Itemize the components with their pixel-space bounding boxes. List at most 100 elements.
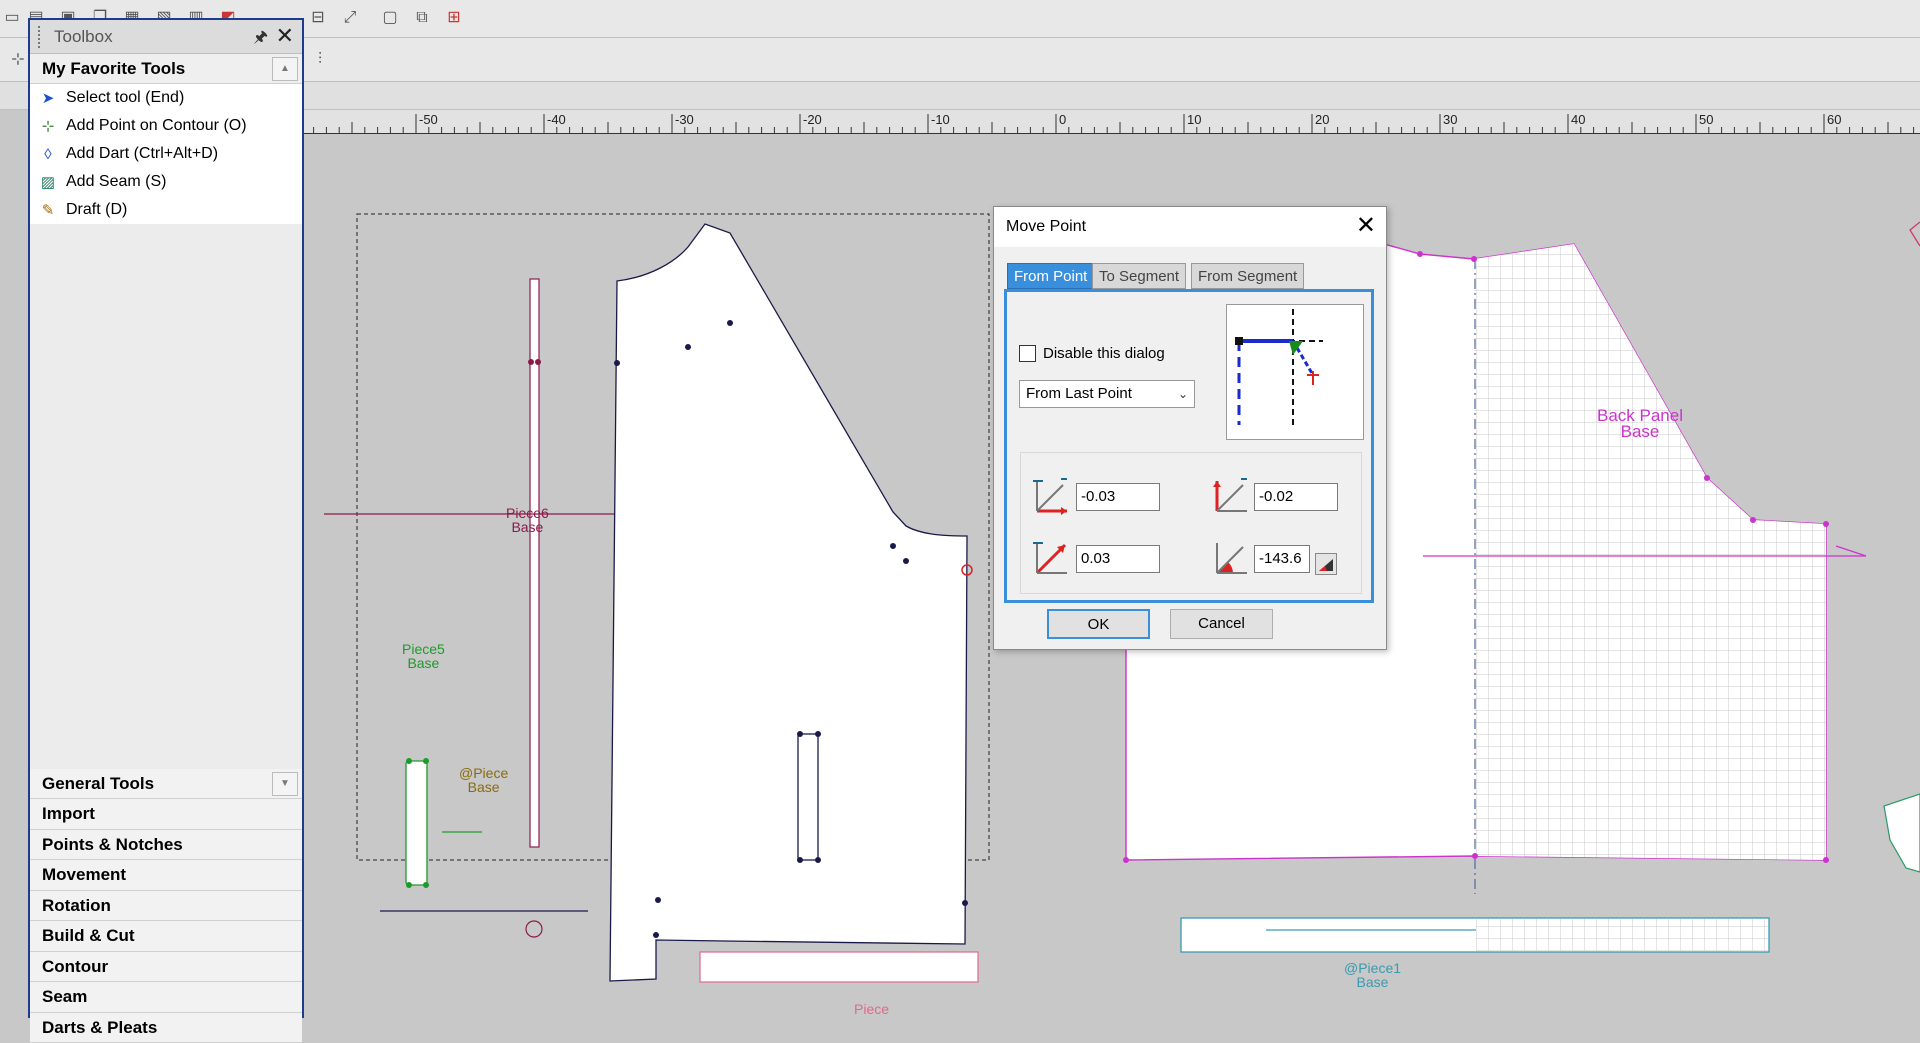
back-panel-layer: Base <box>1597 424 1683 440</box>
front-piece-pocket[interactable] <box>798 734 818 860</box>
piece-at-layer: Base <box>459 780 508 794</box>
category-seam[interactable]: Seam <box>30 982 302 1013</box>
piece1-layer: Base <box>1344 975 1401 989</box>
piece-at-name: @Piece <box>459 766 508 780</box>
piece-icon[interactable]: ▢ <box>378 6 402 30</box>
favorites-header[interactable]: My Favorite Tools ▲ <box>30 54 302 84</box>
window-icon[interactable]: ⧉ <box>410 6 434 30</box>
right-partial-piece-red[interactable] <box>1910 222 1920 246</box>
ruler-label: 20 <box>1315 112 1329 127</box>
tool-add-point[interactable]: ⊹ Add Point on Contour (O) <box>30 112 302 140</box>
length-icon <box>1031 537 1071 577</box>
ruler-label: -30 <box>675 112 694 127</box>
ruler-label: -40 <box>547 112 566 127</box>
move-values-group: -0.03 -0.02 0.03 -143.6 <box>1020 452 1362 594</box>
new-file-icon[interactable]: ▭ <box>0 6 24 30</box>
mode-dropdown-value: From Last Point <box>1026 385 1132 402</box>
preview-drawing <box>1227 305 1363 439</box>
category-points-notches[interactable]: Points & Notches <box>30 830 302 861</box>
tab-from-point[interactable]: From Point <box>1007 263 1094 289</box>
tool-add-seam[interactable]: ▨ Add Seam (S) <box>30 168 302 196</box>
front-piece-outline[interactable] <box>610 224 967 981</box>
ruler-label: -20 <box>803 112 822 127</box>
piece6-label: Piece6 Base <box>506 506 549 534</box>
back-panel-label: Back Panel Base <box>1597 408 1683 440</box>
cancel-button[interactable]: Cancel <box>1170 609 1273 639</box>
angle-picker-button[interactable] <box>1315 553 1337 575</box>
dialog-title: Move Point <box>1006 218 1086 236</box>
toolbox-title: Toolbox <box>54 27 113 47</box>
tool-b-icon[interactable]: ⫶ <box>308 48 332 72</box>
piece1-label: @Piece1 Base <box>1344 961 1401 989</box>
tool-add-dart[interactable]: ◊ Add Dart (Ctrl+Alt+D) <box>30 140 302 168</box>
tab-to-segment[interactable]: To Segment <box>1092 263 1186 289</box>
scroll-up-icon[interactable]: ▲ <box>272 57 298 81</box>
ruler-label: 10 <box>1187 112 1201 127</box>
angle-picker-icon <box>1316 554 1336 574</box>
piece6-layer: Base <box>506 520 549 534</box>
ok-button[interactable]: OK <box>1047 609 1150 639</box>
piece6-name: Piece6 <box>506 506 549 520</box>
right-partial-piece[interactable] <box>1884 794 1920 872</box>
ruler-label: 60 <box>1827 112 1841 127</box>
tool-draft[interactable]: ✎ Draft (D) <box>30 196 302 224</box>
ruler-ticks <box>300 110 1920 134</box>
category-darts-pleats[interactable]: Darts & Pleats <box>30 1013 302 1043</box>
split-icon[interactable]: ⊞ <box>442 6 466 30</box>
tool-a-icon[interactable]: ⊹ <box>6 48 30 72</box>
piece-bottom-outline[interactable] <box>700 952 978 982</box>
disable-dialog-checkbox[interactable] <box>1019 345 1036 362</box>
piece-bottom-name: Piece <box>854 1002 889 1016</box>
piece5-outline[interactable] <box>406 761 427 885</box>
piece5-name: Piece5 <box>402 642 445 656</box>
category-contour[interactable]: Contour <box>30 952 302 983</box>
horizontal-ruler: -50-40-30-20-100102030405060 <box>300 110 1920 134</box>
cursor-arrow-icon: ➤ <box>38 89 58 109</box>
draft-pen-icon: ✎ <box>38 201 58 221</box>
ruler-label: 40 <box>1571 112 1585 127</box>
align-icon[interactable]: ⊟ <box>306 6 330 30</box>
category-build-cut[interactable]: Build & Cut <box>30 921 302 952</box>
toolbox-panel: Toolbox 🖈 ✕ My Favorite Tools ▲ ➤ Select… <box>28 18 304 1018</box>
tool-select[interactable]: ➤ Select tool (End) <box>30 84 302 112</box>
close-icon[interactable]: ✕ <box>276 23 294 49</box>
tool-add-dart-label: Add Dart (Ctrl+Alt+D) <box>66 145 218 162</box>
category-movement[interactable]: Movement <box>30 860 302 891</box>
toolbox-titlebar[interactable]: Toolbox 🖈 ✕ <box>30 20 302 54</box>
scroll-down-icon[interactable]: ▼ <box>272 772 298 796</box>
dx-input[interactable]: -0.03 <box>1076 483 1160 511</box>
piece5-label: Piece5 Base <box>402 642 445 670</box>
tool-draft-label: Draft (D) <box>66 201 127 218</box>
tool-add-seam-label: Add Seam (S) <box>66 173 166 190</box>
measure-icon[interactable]: ⤢ <box>338 6 362 30</box>
move-point-dialog: Move Point ✕ From Point To Segment From … <box>993 206 1387 650</box>
drag-grip-icon[interactable] <box>38 26 44 48</box>
category-import[interactable]: Import <box>30 799 302 830</box>
favorites-empty-area <box>30 224 302 769</box>
move-preview-diagram <box>1226 304 1364 440</box>
piece-at-label: @Piece Base <box>459 766 508 794</box>
piece1-grid <box>1476 919 1768 951</box>
piece1-name: @Piece1 <box>1344 961 1401 975</box>
tab-from-segment[interactable]: From Segment <box>1191 263 1304 289</box>
mode-dropdown[interactable]: From Last Point ⌄ <box>1019 380 1195 408</box>
ruler-label: -10 <box>931 112 950 127</box>
ruler-label: 50 <box>1699 112 1713 127</box>
dialog-titlebar[interactable]: Move Point ✕ <box>994 207 1386 247</box>
dx-icon <box>1031 475 1071 515</box>
piece-bottom-label: Piece <box>854 1002 889 1016</box>
tool-select-label: Select tool (End) <box>66 89 184 106</box>
pin-icon[interactable]: 🖈 <box>253 26 268 53</box>
angle-input[interactable]: -143.6 <box>1254 545 1310 573</box>
back-panel-grid <box>1474 244 1826 860</box>
tool-add-point-label: Add Point on Contour (O) <box>66 117 247 134</box>
back-panel-grain-arrow <box>1836 546 1866 556</box>
ruler-label: 30 <box>1443 112 1457 127</box>
dialog-close-icon[interactable]: ✕ <box>1356 211 1376 240</box>
category-general-tools-label: General Tools <box>42 774 154 793</box>
category-rotation[interactable]: Rotation <box>30 891 302 922</box>
dy-input[interactable]: -0.02 <box>1254 483 1338 511</box>
add-point-icon: ⊹ <box>38 117 58 137</box>
category-general-tools[interactable]: General Tools ▼ <box>30 769 302 799</box>
length-input[interactable]: 0.03 <box>1076 545 1160 573</box>
